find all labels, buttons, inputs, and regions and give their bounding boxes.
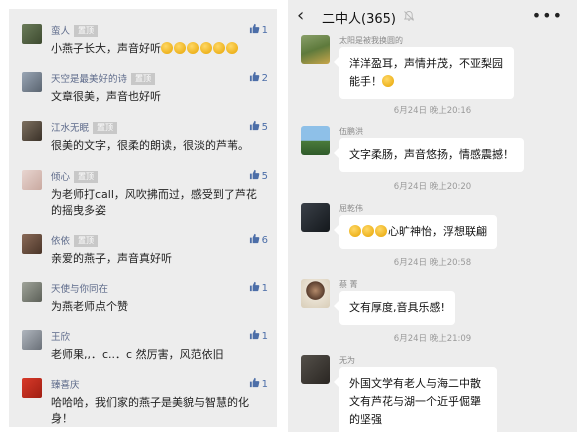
thumbs-up-icon bbox=[249, 23, 259, 34]
message-text: 洋洋盈耳，声情并茂，不亚梨园能手！ bbox=[349, 57, 503, 88]
like-button[interactable]: 1 bbox=[249, 23, 268, 36]
thumbs-up-icon bbox=[249, 281, 259, 292]
sender-name: 太阳是被我换圆的 bbox=[339, 36, 403, 45]
avatar[interactable] bbox=[22, 121, 42, 141]
commenter-name[interactable]: 江水无眠 bbox=[51, 123, 89, 134]
chat-header: ‹ 二中人(365) ••• bbox=[288, 0, 577, 33]
group-chat: ‹ 二中人(365) ••• 太阳是被我换圆的 洋洋盈耳，声情并茂，不亚梨园能手… bbox=[288, 0, 577, 432]
comment-text: 亲爱的燕子，声音真好听 bbox=[51, 252, 172, 265]
timestamp: 6月24日 晚上20:58 bbox=[393, 258, 472, 268]
avatar[interactable] bbox=[301, 279, 330, 308]
chat-title: 二中人(365) bbox=[322, 12, 396, 27]
like-count: 6 bbox=[261, 235, 268, 246]
comment-text: 为燕老师点个赞 bbox=[51, 300, 128, 313]
message-bubble[interactable]: 洋洋盈耳，声情并茂，不亚梨园能手！ bbox=[334, 47, 514, 99]
commenter-name[interactable]: 依依 bbox=[51, 236, 70, 247]
avatar[interactable] bbox=[301, 126, 330, 155]
thumbs-up-icon bbox=[249, 329, 259, 340]
thumbs-up-icon bbox=[249, 120, 259, 131]
timestamp: 6月24日 晚上21:09 bbox=[393, 334, 472, 344]
thumbs-up-emoji-icon bbox=[382, 75, 394, 87]
comment-text: 小燕子长大，声音好听 bbox=[51, 42, 161, 55]
commenter-name[interactable]: 天使与你同在 bbox=[51, 284, 108, 295]
commenter-name[interactable]: 臻喜庆 bbox=[51, 380, 80, 391]
mute-bell-icon bbox=[403, 11, 415, 21]
timestamp: 6月24日 晚上20:20 bbox=[393, 182, 472, 192]
like-button[interactable]: 1 bbox=[249, 329, 268, 342]
featured-tag: 置顶 bbox=[131, 73, 156, 85]
thumbs-up-icon bbox=[249, 377, 259, 388]
like-button[interactable]: 1 bbox=[249, 281, 268, 294]
message-bubble[interactable]: 文有厚度,音具乐感! bbox=[334, 291, 455, 325]
avatar[interactable] bbox=[301, 203, 330, 232]
avatar[interactable] bbox=[301, 35, 330, 64]
sender-name: 无为 bbox=[339, 356, 355, 365]
like-button[interactable]: 5 bbox=[249, 169, 268, 182]
comment-text: 很美的文字，很柔的朗读，很淡的芦苇。 bbox=[51, 139, 249, 152]
like-button[interactable]: 6 bbox=[249, 233, 268, 246]
featured-tag: 置顶 bbox=[74, 25, 99, 37]
avatar[interactable] bbox=[22, 234, 42, 254]
sender-name: 伍鹏洪 bbox=[339, 127, 363, 136]
like-button[interactable]: 2 bbox=[249, 71, 268, 84]
featured-tag: 置顶 bbox=[93, 122, 118, 134]
like-button[interactable]: 1 bbox=[249, 377, 268, 390]
back-arrow-icon[interactable]: ‹ bbox=[297, 6, 304, 26]
featured-tag: 置顶 bbox=[74, 235, 99, 247]
like-count: 1 bbox=[261, 25, 268, 36]
thumbs-up-icon bbox=[249, 169, 259, 180]
comment-text: 哈哈哈，我们家的燕子是美貌与智慧的化身！ bbox=[51, 396, 249, 425]
message-text: 文有厚度,音具乐感! bbox=[349, 301, 445, 314]
comment-list: 蛮人 置顶 1 小燕子长大，声音好听 天空是最美好的诗 置顶 2 文章很美，声音也好… bbox=[9, 9, 277, 427]
sender-name: 蔡 菁 bbox=[339, 280, 358, 289]
message-bubble[interactable]: 心旷神怡，浮想联翩 bbox=[334, 215, 497, 249]
avatar[interactable] bbox=[22, 170, 42, 190]
avatar[interactable] bbox=[22, 378, 42, 398]
avatar[interactable] bbox=[22, 24, 42, 44]
message-bubble[interactable]: 文字柔肠，声音悠扬，情感震撼！ bbox=[334, 138, 524, 172]
comment-text: 老师果,,．c..．c 然厉害，风范依旧 bbox=[51, 348, 224, 361]
message-text: 外国文学有老人与海二中散文有芦花与湖一个近乎倔犟的坚强 bbox=[349, 377, 481, 426]
message-bubble[interactable]: 外国文学有老人与海二中散文有芦花与湖一个近乎倔犟的坚强 bbox=[334, 367, 497, 432]
avatar[interactable] bbox=[22, 330, 42, 350]
like-count: 1 bbox=[261, 331, 268, 342]
like-count: 1 bbox=[261, 283, 268, 294]
like-button[interactable]: 5 bbox=[249, 120, 268, 133]
thumbs-up-emoji-icon bbox=[349, 225, 388, 238]
avatar[interactable] bbox=[22, 72, 42, 92]
avatar[interactable] bbox=[301, 355, 330, 384]
more-dots-icon[interactable]: ••• bbox=[532, 6, 563, 25]
commenter-name[interactable]: 天空是最美好的诗 bbox=[51, 74, 127, 85]
like-count: 5 bbox=[261, 171, 268, 182]
message-text: 文字柔肠，声音悠扬，情感震撼！ bbox=[349, 148, 514, 161]
thumbs-up-icon bbox=[249, 71, 259, 82]
sender-name: 屈乾伟 bbox=[339, 204, 363, 213]
comment-text: 文章很美，声音也好听 bbox=[51, 90, 161, 103]
like-count: 2 bbox=[261, 73, 268, 84]
commenter-name[interactable]: 倾心 bbox=[51, 172, 70, 183]
thumbs-up-icon bbox=[249, 233, 259, 244]
avatar[interactable] bbox=[22, 282, 42, 302]
timestamp: 6月24日 晚上20:16 bbox=[393, 106, 472, 116]
commenter-name[interactable]: 王欣 bbox=[51, 332, 70, 343]
like-count: 1 bbox=[261, 379, 268, 390]
thumbs-up-emoji-icon bbox=[161, 42, 239, 55]
comment-text: 为老师打call，风吹拂而过，感受到了芦花的摇曳多姿 bbox=[51, 188, 257, 217]
like-count: 5 bbox=[261, 122, 268, 133]
featured-tag: 置顶 bbox=[74, 171, 99, 183]
commenter-name[interactable]: 蛮人 bbox=[51, 26, 70, 37]
message-text: 心旷神怡，浮想联翩 bbox=[388, 225, 487, 238]
